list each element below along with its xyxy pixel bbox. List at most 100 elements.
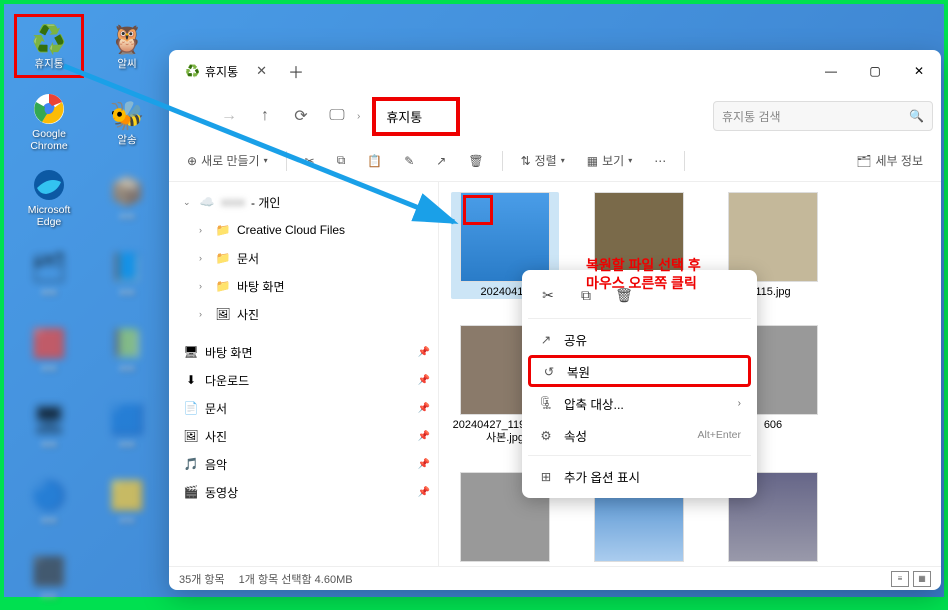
image-icon: 🖼 xyxy=(183,429,199,443)
more-icon: ⋯ xyxy=(654,154,666,168)
ctx-share[interactable]: ↗ 공유 xyxy=(528,323,751,355)
image-icon: 🖼 xyxy=(215,307,231,321)
video-icon: 🎬 xyxy=(183,485,199,499)
pin-icon: 📌 xyxy=(418,459,430,470)
ctx-label: 복원 xyxy=(567,362,590,381)
scissors-icon: ✂ xyxy=(542,287,554,304)
pin-icon: 📌 xyxy=(418,431,430,442)
file-name: 115.jpg xyxy=(755,286,790,299)
desktop-icon-blurred[interactable]: 📘xxx xyxy=(92,242,162,306)
close-button[interactable]: ✕ xyxy=(897,55,941,87)
chevron-right-icon: › xyxy=(199,253,209,263)
sidebar-item-quick-desktop[interactable]: 🖥 바탕 화면 📌 xyxy=(169,338,438,366)
chevron-right-icon: › xyxy=(738,398,741,409)
item-count: 35개 항목 xyxy=(179,571,225,587)
context-menu: ✂ ⧉ 🗑 ↗ 공유 ↺ 복원 🗜 압축 대상... › ⚙ 속성 Alt+En… xyxy=(522,270,757,498)
pin-icon: 📌 xyxy=(418,403,430,414)
annotation-text: 복원할 파일 선택 후 마우스 오른쪽 클릭 xyxy=(586,256,701,292)
document-icon: 📄 xyxy=(183,401,199,415)
desktop-icon-blurred[interactable]: 🗂xxx xyxy=(14,242,84,306)
ctx-shortcut: Alt+Enter xyxy=(698,429,741,441)
window-controls: ― ▢ ✕ xyxy=(809,55,941,87)
compress-icon: 🗜 xyxy=(538,396,554,411)
ctx-label: 공유 xyxy=(564,330,587,349)
sidebar-item-pictures[interactable]: › 🖼 사진 xyxy=(169,300,438,328)
sidebar-label: 다운로드 xyxy=(205,372,249,389)
sidebar-label: 문서 xyxy=(237,250,259,267)
sidebar-label: 문서 xyxy=(205,400,227,417)
sidebar-label: 바탕 화면 xyxy=(205,344,253,361)
sort-label: 정렬 xyxy=(535,152,557,169)
sidebar-label: 사진 xyxy=(205,428,227,445)
desktop-icon-blurred[interactable]: 🟨xxx xyxy=(92,470,162,534)
desktop-icon-blurred[interactable]: 🔵xxx xyxy=(14,470,84,534)
desktop-icon-blurred[interactable]: 🟦xxx xyxy=(92,394,162,458)
view-button[interactable]: ▦ 보기 ▾ xyxy=(579,146,640,176)
divider xyxy=(502,151,503,171)
more-icon: ⊞ xyxy=(538,469,554,484)
selected-info: 1개 항목 선택함 4.60MB xyxy=(239,571,353,587)
view-icon: ▦ xyxy=(587,154,598,168)
folder-icon: 📁 xyxy=(215,251,231,265)
desktop-icon-blurred[interactable]: 🖥xxx xyxy=(14,394,84,458)
search-placeholder: 휴지통 검색 xyxy=(722,108,781,125)
search-icon: 🔍 xyxy=(909,109,924,123)
sidebar-item-quick-videos[interactable]: 🎬 동영상 📌 xyxy=(169,478,438,506)
sidebar-label: 음악 xyxy=(205,456,227,473)
details-icon: 🗂 xyxy=(856,154,871,168)
divider xyxy=(528,455,751,456)
ctx-cut-button[interactable]: ✂ xyxy=(532,280,564,310)
sidebar-label: 바탕 화면 xyxy=(237,278,285,295)
view-label: 보기 xyxy=(602,152,624,169)
ctx-properties[interactable]: ⚙ 속성 Alt+Enter xyxy=(528,419,751,451)
desktop-icon-blurred[interactable]: 🟥xxx xyxy=(14,318,84,382)
file-thumbnail xyxy=(728,192,818,282)
desktop-icon: 🖥 xyxy=(183,345,199,359)
annotation-arrow xyxy=(44,44,474,244)
file-name: 606 xyxy=(764,419,782,432)
ctx-label: 속성 xyxy=(564,426,587,445)
search-input[interactable]: 휴지통 검색 🔍 xyxy=(713,101,933,131)
sidebar-item-quick-music[interactable]: 🎵 음악 📌 xyxy=(169,450,438,478)
properties-icon: ⚙ xyxy=(538,428,554,443)
list-view-button[interactable]: ≡ xyxy=(891,571,909,587)
ctx-restore[interactable]: ↺ 복원 xyxy=(528,355,751,387)
sidebar-label: 동영상 xyxy=(205,484,238,501)
restore-icon: ↺ xyxy=(541,364,557,379)
share-icon: ↗ xyxy=(538,332,554,347)
chevron-down-icon: ▾ xyxy=(561,156,565,165)
details-label: 세부 정보 xyxy=(876,152,924,169)
pin-icon: 📌 xyxy=(418,375,430,386)
minimize-button[interactable]: ― xyxy=(809,55,853,87)
annotation-line: 복원할 파일 선택 후 xyxy=(586,256,701,274)
grid-view-button[interactable]: ▦ xyxy=(913,571,931,587)
divider xyxy=(684,151,685,171)
download-icon: ⬇ xyxy=(183,373,199,387)
sidebar-item-quick-downloads[interactable]: ⬇ 다운로드 📌 xyxy=(169,366,438,394)
desktop-icon-blurred[interactable]: ⬛xxx xyxy=(14,546,84,610)
desktop-icon-blurred[interactable]: 📗xxx xyxy=(92,318,162,382)
ctx-label: 압축 대상... xyxy=(564,394,624,413)
chevron-right-icon: › xyxy=(199,309,209,319)
sidebar-item-quick-pictures[interactable]: 🖼 사진 📌 xyxy=(169,422,438,450)
ctx-more-options[interactable]: ⊞ 추가 옵션 표시 xyxy=(528,460,751,492)
pin-icon: 📌 xyxy=(418,487,430,498)
music-icon: 🎵 xyxy=(183,457,199,471)
details-pane-button[interactable]: 🗂 세부 정보 xyxy=(848,146,931,176)
pin-icon: 📌 xyxy=(418,347,430,358)
sort-button[interactable]: ⇅ 정렬 ▾ xyxy=(513,146,573,176)
more-button[interactable]: ⋯ xyxy=(646,146,674,176)
sidebar-item-documents[interactable]: › 📁 문서 xyxy=(169,244,438,272)
sidebar-item-quick-documents[interactable]: 📄 문서 📌 xyxy=(169,394,438,422)
maximize-button[interactable]: ▢ xyxy=(853,55,897,87)
ctx-label: 추가 옵션 표시 xyxy=(564,467,640,486)
chevron-down-icon: ▾ xyxy=(628,156,632,165)
status-bar: 35개 항목 1개 항목 선택함 4.60MB ≡ ▦ xyxy=(169,566,941,590)
annotation-line: 마우스 오른쪽 클릭 xyxy=(586,274,701,292)
sidebar-item-desktop[interactable]: › 📁 바탕 화면 xyxy=(169,272,438,300)
desktop: ♻️ 휴지통 🦉 알씨 Google Chrome 🐝 알송 Microsoft… xyxy=(4,4,944,597)
chevron-right-icon: › xyxy=(199,281,209,291)
ctx-compress[interactable]: 🗜 압축 대상... › xyxy=(528,387,751,419)
sidebar-label: 사진 xyxy=(237,306,259,323)
sort-icon: ⇅ xyxy=(521,154,531,168)
